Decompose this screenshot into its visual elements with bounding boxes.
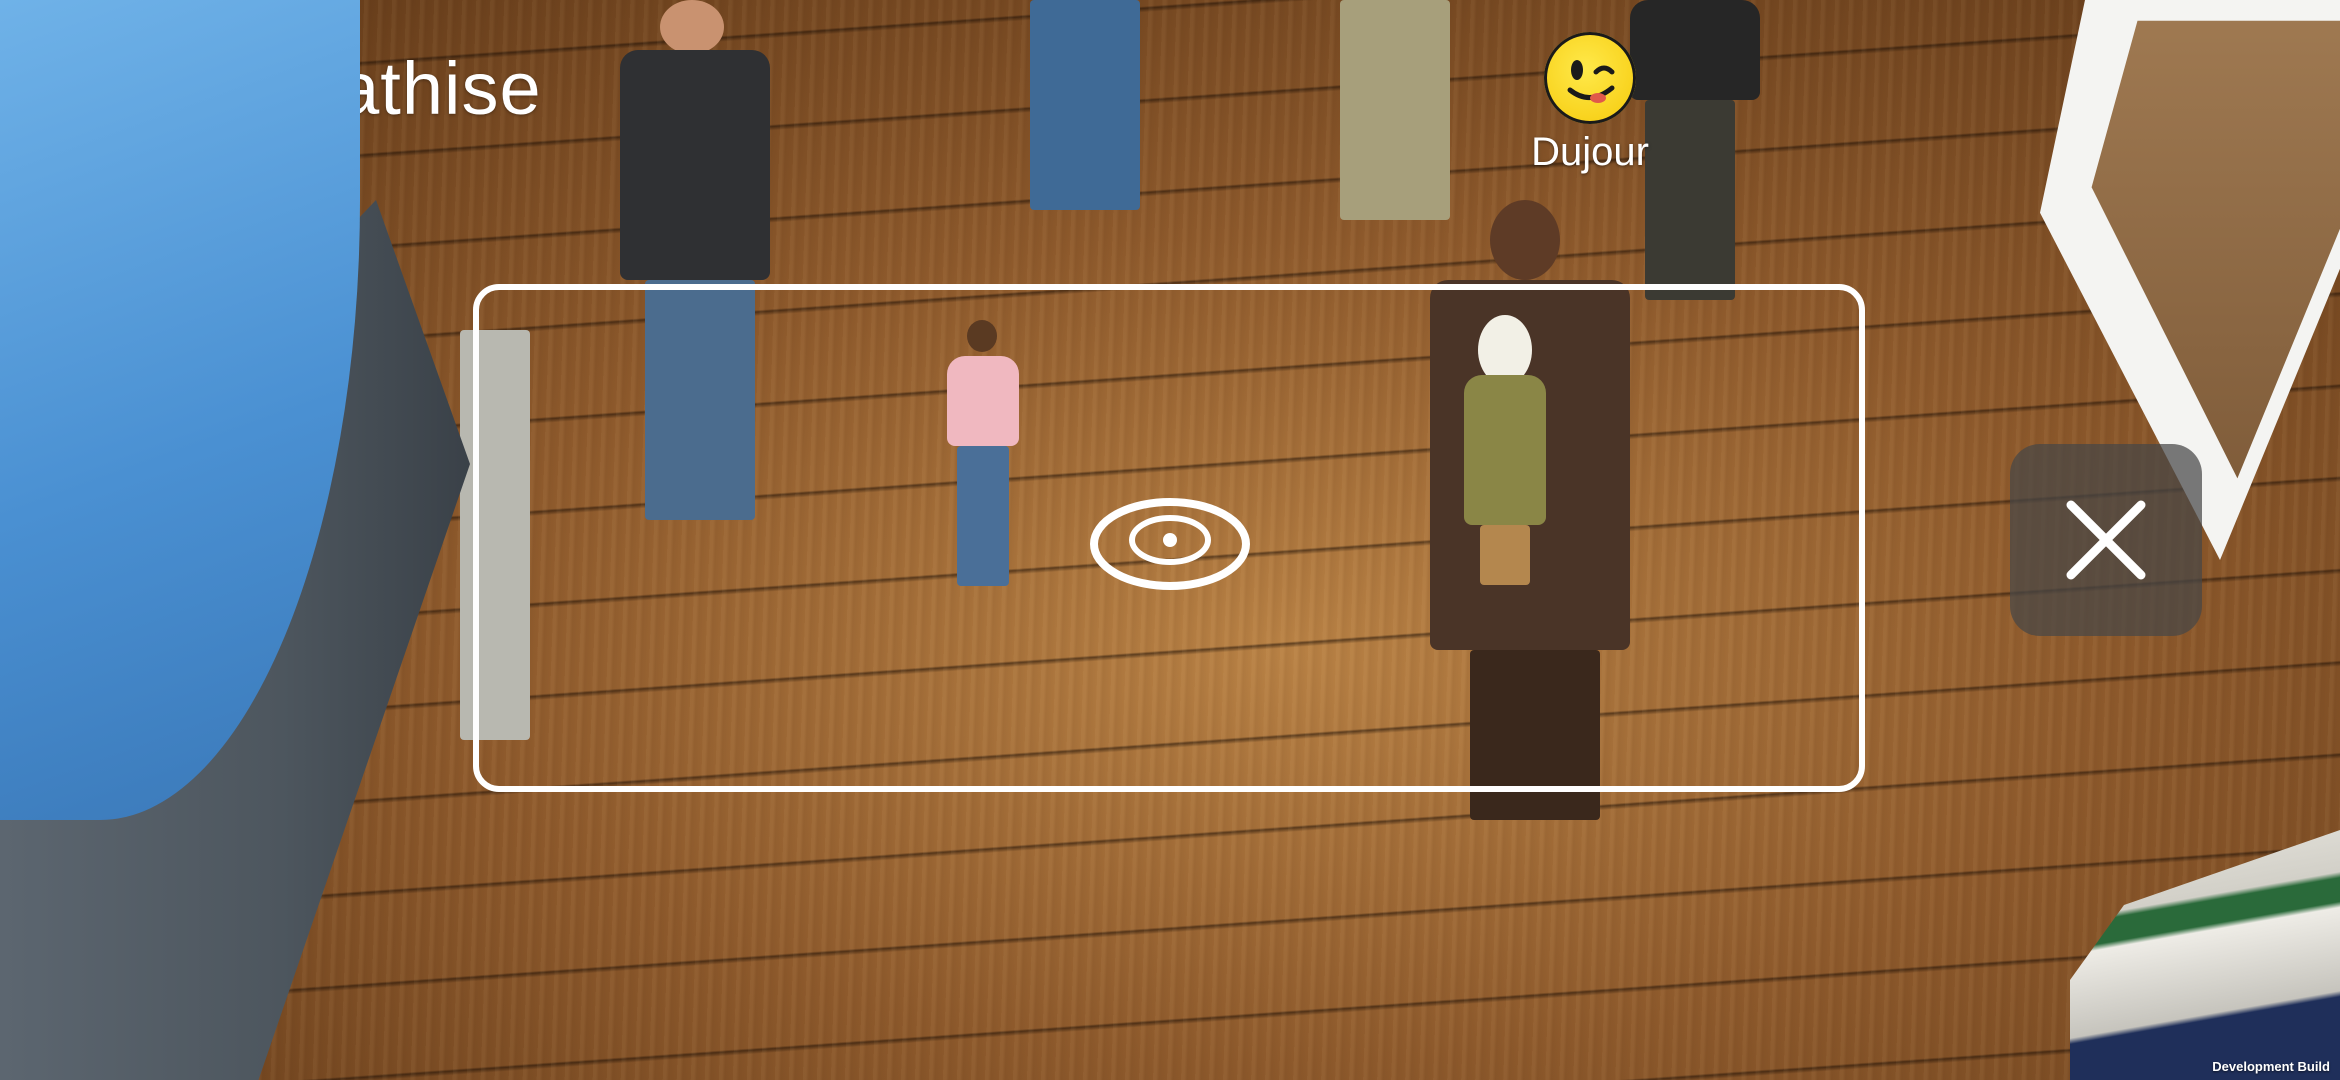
avatar-man-khaki[interactable] [1310,0,1480,230]
development-build-label: Development Build [2212,1059,2330,1074]
user-tag[interactable]: Dujour [1510,32,1670,175]
winking-face-icon [1544,32,1636,124]
close-icon [2066,500,2146,580]
close-button[interactable] [2010,444,2202,636]
eye-reticle-icon [1088,494,1252,594]
avatar-woman-pink-top-back[interactable] [1010,0,1160,220]
user-name-label: Dujour [1531,130,1649,174]
book-stack [2070,830,2340,1080]
ar-camera-view: Empathise Dujour Development Build [0,0,2340,1080]
